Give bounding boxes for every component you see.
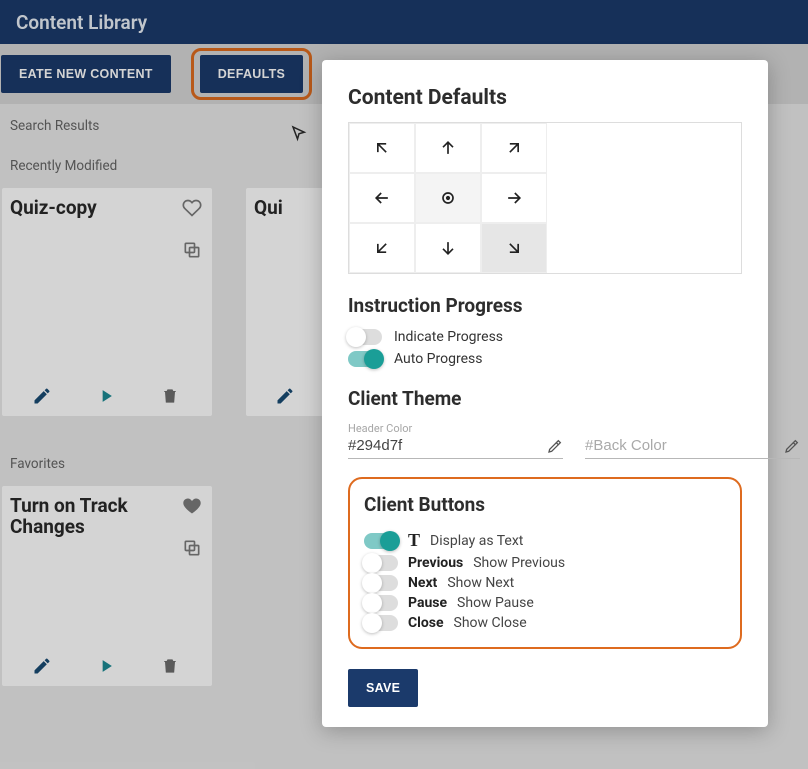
anchor-ne[interactable]: [481, 123, 547, 173]
show-close-label: Show Close: [454, 615, 527, 631]
trash-icon[interactable]: [160, 656, 180, 680]
cursor-icon: [290, 124, 308, 142]
indicate-progress-label: Indicate Progress: [394, 329, 503, 345]
card-title: Quiz-copy: [10, 198, 202, 219]
page-title: Content Library: [16, 11, 147, 34]
edit-icon[interactable]: [32, 656, 52, 680]
play-icon[interactable]: [96, 656, 116, 680]
anchor-e[interactable]: [481, 173, 547, 223]
show-next-row: Next Show Next: [364, 575, 726, 591]
show-previous-row: Previous Show Previous: [364, 555, 726, 571]
auto-progress-row: Auto Progress: [348, 351, 742, 367]
tag-pause: Pause: [408, 595, 447, 611]
heart-icon[interactable]: [182, 198, 202, 222]
client-theme-row: Header Color: [348, 422, 742, 459]
anchor-sw[interactable]: [349, 223, 415, 273]
client-buttons-panel: Client Buttons T Display as Text Previou…: [348, 477, 742, 649]
copy-icon[interactable]: [182, 538, 202, 562]
trash-icon[interactable]: [160, 386, 180, 410]
display-as-text-row: T Display as Text: [364, 530, 726, 551]
show-previous-label: Show Previous: [473, 555, 565, 571]
header-color-field: Header Color: [348, 422, 563, 459]
card-side-icons: [182, 198, 202, 264]
card-actions: [10, 648, 202, 680]
content-card[interactable]: Turn on Track Changes: [2, 486, 212, 686]
indicate-progress-toggle[interactable]: [348, 329, 382, 345]
tag-next: Next: [408, 575, 437, 591]
content-card[interactable]: Quiz-copy: [2, 188, 212, 416]
auto-progress-toggle[interactable]: [348, 351, 382, 367]
anchor-nw[interactable]: [349, 123, 415, 173]
indicate-progress-row: Indicate Progress: [348, 329, 742, 345]
edit-icon[interactable]: [275, 386, 295, 410]
instruction-progress-heading: Instruction Progress: [348, 294, 742, 317]
tag-T: T: [408, 530, 420, 551]
show-close-row: Close Show Close: [364, 615, 726, 631]
anchor-w[interactable]: [349, 173, 415, 223]
back-color-input[interactable]: [585, 437, 784, 454]
auto-progress-label: Auto Progress: [394, 351, 482, 367]
show-previous-toggle[interactable]: [364, 555, 398, 571]
anchor-s[interactable]: [415, 223, 481, 273]
content-defaults-modal: Content Defaults Instruction Progress In…: [322, 60, 768, 727]
show-next-label: Show Next: [447, 575, 514, 591]
app-header: Content Library: [0, 0, 808, 44]
show-close-toggle[interactable]: [364, 615, 398, 631]
anchor-center[interactable]: [415, 173, 481, 223]
tag-close: Close: [408, 615, 444, 631]
play-icon[interactable]: [96, 386, 116, 410]
header-color-label: Header Color: [348, 422, 563, 435]
edit-icon[interactable]: [32, 386, 52, 410]
display-as-text-toggle[interactable]: [364, 533, 398, 549]
eyedropper-icon[interactable]: [784, 438, 800, 454]
card-title: Qui: [254, 198, 316, 219]
card-title: Turn on Track Changes: [10, 496, 150, 538]
back-color-field: [585, 422, 800, 459]
content-card[interactable]: Qui: [246, 188, 326, 416]
save-button[interactable]: SAVE: [348, 669, 418, 707]
copy-icon[interactable]: [182, 240, 202, 264]
defaults-highlight: DEFAULTS: [191, 48, 312, 100]
client-buttons-heading: Client Buttons: [364, 493, 726, 516]
back-color-label: [585, 422, 800, 435]
defaults-button[interactable]: DEFAULTS: [200, 55, 303, 93]
card-actions: [10, 378, 202, 410]
header-color-input[interactable]: [348, 437, 547, 454]
display-as-text-label: Display as Text: [430, 533, 523, 549]
client-theme-heading: Client Theme: [348, 387, 742, 410]
anchor-direction-grid: [348, 122, 742, 274]
anchor-n[interactable]: [415, 123, 481, 173]
create-content-button[interactable]: EATE NEW CONTENT: [1, 55, 171, 93]
heart-filled-icon[interactable]: [182, 496, 202, 520]
show-pause-toggle[interactable]: [364, 595, 398, 611]
tag-previous: Previous: [408, 555, 463, 571]
card-side-icons: [182, 496, 202, 562]
show-pause-row: Pause Show Pause: [364, 595, 726, 611]
anchor-se[interactable]: [481, 223, 547, 273]
show-pause-label: Show Pause: [457, 595, 534, 611]
modal-title: Content Defaults: [348, 86, 742, 110]
show-next-toggle[interactable]: [364, 575, 398, 591]
card-actions: [254, 378, 316, 410]
eyedropper-icon[interactable]: [547, 438, 563, 454]
